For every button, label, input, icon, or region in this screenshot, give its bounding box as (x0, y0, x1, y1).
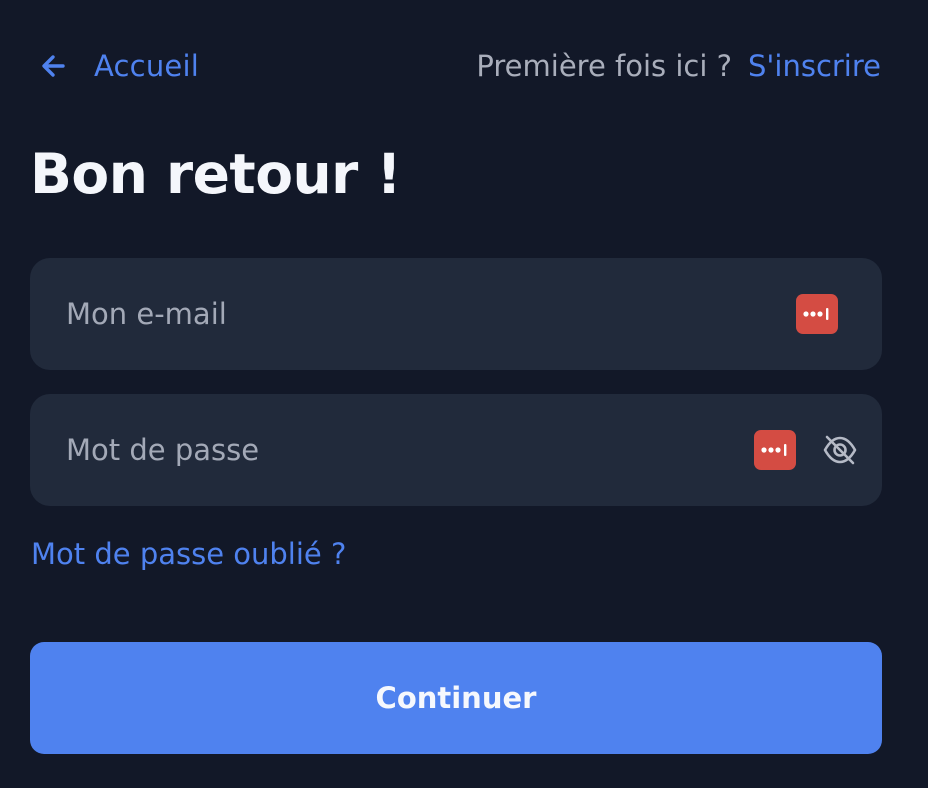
continue-button[interactable]: Continuer (30, 642, 882, 754)
eye-off-icon[interactable] (820, 430, 860, 470)
back-home-label: Accueil (94, 49, 199, 83)
password-manager-icon[interactable] (754, 430, 796, 470)
email-field[interactable] (66, 258, 796, 370)
forgot-password-link[interactable]: Mot de passe oublié ? (31, 534, 346, 574)
signup-prompt-text: Première fois ici ? (476, 49, 733, 83)
signup-prompt-row: Première fois ici ? S'inscrire (476, 44, 881, 88)
email-field-container (30, 258, 882, 370)
password-field[interactable] (66, 394, 754, 506)
password-field-container (30, 394, 882, 506)
login-page: Accueil Première fois ici ? S'inscrire B… (0, 0, 928, 788)
back-home-link[interactable]: Accueil (38, 44, 199, 88)
arrow-left-icon (38, 51, 68, 81)
signup-link[interactable]: S'inscrire (748, 49, 881, 83)
password-manager-icon[interactable] (796, 294, 838, 334)
page-title: Bon retour ! (30, 142, 402, 206)
